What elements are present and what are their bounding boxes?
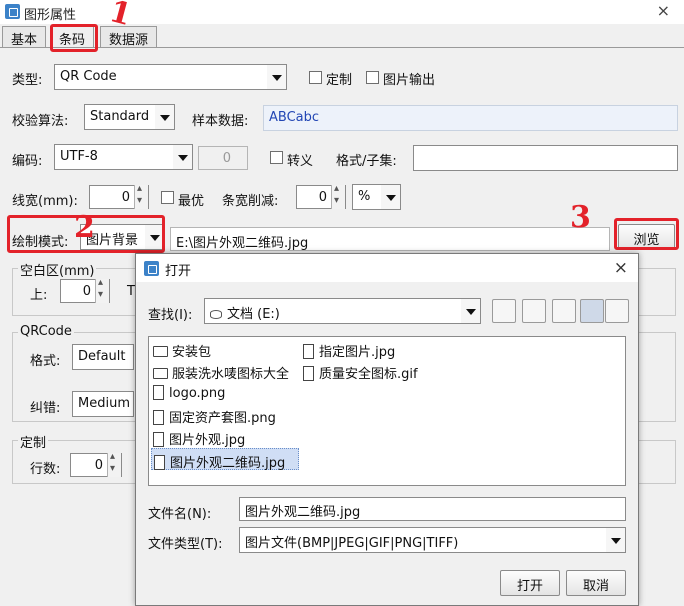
checksum-label: 校验算法: xyxy=(12,114,69,129)
list-item[interactable]: 安装包 xyxy=(151,338,299,360)
filename-input[interactable]: 图片外观二维码.jpg xyxy=(239,497,626,521)
file-column-2: 指定图片.jpg 质量安全图标.gif xyxy=(301,338,461,382)
lookin-value: 文档 (E:) xyxy=(227,307,280,322)
type-label: 类型: xyxy=(12,73,43,88)
lookin-dropdown-button[interactable] xyxy=(461,298,481,324)
custom-group-title: 定制 xyxy=(18,432,49,451)
dialog-close-button[interactable]: × xyxy=(614,258,628,278)
list-item-selected[interactable]: 图片外观二维码.jpg xyxy=(151,448,299,471)
checksum-dropdown-button[interactable] xyxy=(155,104,175,130)
rows-spinner[interactable] xyxy=(107,451,121,477)
bar-reduce-unit-select[interactable]: % xyxy=(352,184,382,210)
linewidth-label: 线宽(mm): xyxy=(12,194,78,209)
encoding-number-field: 0 xyxy=(198,146,248,170)
list-item[interactable]: 质量安全图标.gif xyxy=(301,360,461,382)
folder-icon xyxy=(153,368,168,379)
list-item[interactable]: 图片外观.jpg xyxy=(151,426,299,448)
encoding-dropdown-button[interactable] xyxy=(173,144,193,170)
highlight-barcode-tab xyxy=(50,24,98,52)
lookin-label: 查找(I): xyxy=(148,308,193,323)
list-item[interactable]: logo.png xyxy=(151,382,299,404)
dialog-titlebar: 打开 × xyxy=(136,254,638,282)
format-subset-label: 格式/子集: xyxy=(336,154,397,169)
lookin-select[interactable]: 文档 (E:) xyxy=(204,298,462,324)
image-output-label: 图片输出 xyxy=(383,73,436,88)
qr-format-select[interactable]: Default xyxy=(72,344,134,370)
qrcode-title: QRCode xyxy=(18,324,74,339)
optimal-checkbox[interactable] xyxy=(161,191,174,204)
encoding-select[interactable]: UTF-8 xyxy=(54,144,174,170)
blank-area-title: 空白区(mm) xyxy=(18,260,97,279)
details-view-icon[interactable] xyxy=(605,299,629,323)
cancel-button[interactable]: 取消 xyxy=(566,570,626,596)
qr-ecc-select[interactable]: Medium xyxy=(72,391,134,417)
escape-label: 转义 xyxy=(287,154,314,169)
rows-label: 行数: xyxy=(30,462,61,477)
window-title: 图形属性 xyxy=(24,8,77,23)
encoding-label: 编码: xyxy=(12,154,43,169)
home-icon[interactable] xyxy=(522,299,546,323)
blank-t-label: T xyxy=(127,284,135,299)
app-icon xyxy=(5,4,20,19)
sample-data-field: ABCabc xyxy=(263,105,678,131)
file-icon xyxy=(153,432,164,447)
list-item[interactable]: 指定图片.jpg xyxy=(301,338,461,360)
file-icon xyxy=(303,366,314,381)
format-subset-input[interactable] xyxy=(413,145,678,171)
list-view-icon[interactable] xyxy=(580,299,604,323)
type-dropdown-button[interactable] xyxy=(267,64,287,90)
window-close-button[interactable]: × xyxy=(657,1,670,20)
custom-label: 定制 xyxy=(326,73,353,88)
file-icon xyxy=(303,344,314,359)
file-icon xyxy=(153,410,164,425)
sample-label: 样本数据: xyxy=(192,114,249,129)
filetype-select[interactable]: 图片文件(BMP|JPEG|GIF|PNG|TIFF) xyxy=(239,527,607,553)
file-list: 安装包 服装洗水唛图标大全 logo.png 固定资产套图.png 图片外观.j… xyxy=(148,336,626,486)
dialog-app-icon xyxy=(144,261,159,276)
dialog-title: 打开 xyxy=(165,264,192,279)
open-dialog: 打开 × 查找(I): 文档 (E:) 安装包 服装洗水唛图标大全 logo.p… xyxy=(135,253,639,606)
open-button[interactable]: 打开 xyxy=(500,570,560,596)
blank-top-label: 上: xyxy=(30,288,48,303)
optimal-label: 最优 xyxy=(178,194,205,209)
filetype-label: 文件类型(T): xyxy=(148,537,223,552)
image-output-checkbox[interactable] xyxy=(366,71,379,84)
list-item[interactable]: 服装洗水唛图标大全 xyxy=(151,360,299,382)
list-item[interactable]: 固定资产套图.png xyxy=(151,404,299,426)
bar-reduce-label: 条宽削减: xyxy=(222,194,279,209)
file-icon xyxy=(153,385,164,400)
folder-icon xyxy=(153,346,168,357)
linewidth-spinner[interactable] xyxy=(134,183,148,209)
filename-label: 文件名(N): xyxy=(148,507,212,522)
bar-reduce-spinner[interactable] xyxy=(331,183,345,209)
qr-ecc-label: 纠错: xyxy=(30,401,61,416)
blank-top-spinner[interactable] xyxy=(95,277,109,303)
new-folder-icon[interactable] xyxy=(552,299,576,323)
annotation-2: 2 xyxy=(74,210,95,245)
tab-basic[interactable]: 基本 xyxy=(2,26,47,48)
custom-checkbox[interactable] xyxy=(309,71,322,84)
qr-format-label: 格式: xyxy=(30,354,61,369)
bar-reduce-unit-dropdown[interactable] xyxy=(381,184,401,210)
annotation-3: 3 xyxy=(570,200,591,235)
type-select[interactable]: QR Code xyxy=(54,64,268,90)
window-titlebar: 图形属性 × xyxy=(0,0,684,24)
image-path-field[interactable]: E:\图片外观二维码.jpg xyxy=(170,227,610,251)
checksum-select[interactable]: Standard xyxy=(84,104,156,130)
file-icon xyxy=(154,455,165,470)
drive-icon xyxy=(210,310,222,319)
escape-checkbox[interactable] xyxy=(270,151,283,164)
up-folder-icon[interactable] xyxy=(492,299,516,323)
highlight-browse xyxy=(614,218,679,250)
tab-datasource[interactable]: 数据源 xyxy=(100,26,158,48)
file-column-1: 安装包 服装洗水唛图标大全 logo.png 固定资产套图.png 图片外观.j… xyxy=(151,338,299,471)
tab-divider xyxy=(0,47,684,48)
filetype-dropdown-button[interactable] xyxy=(606,527,626,553)
